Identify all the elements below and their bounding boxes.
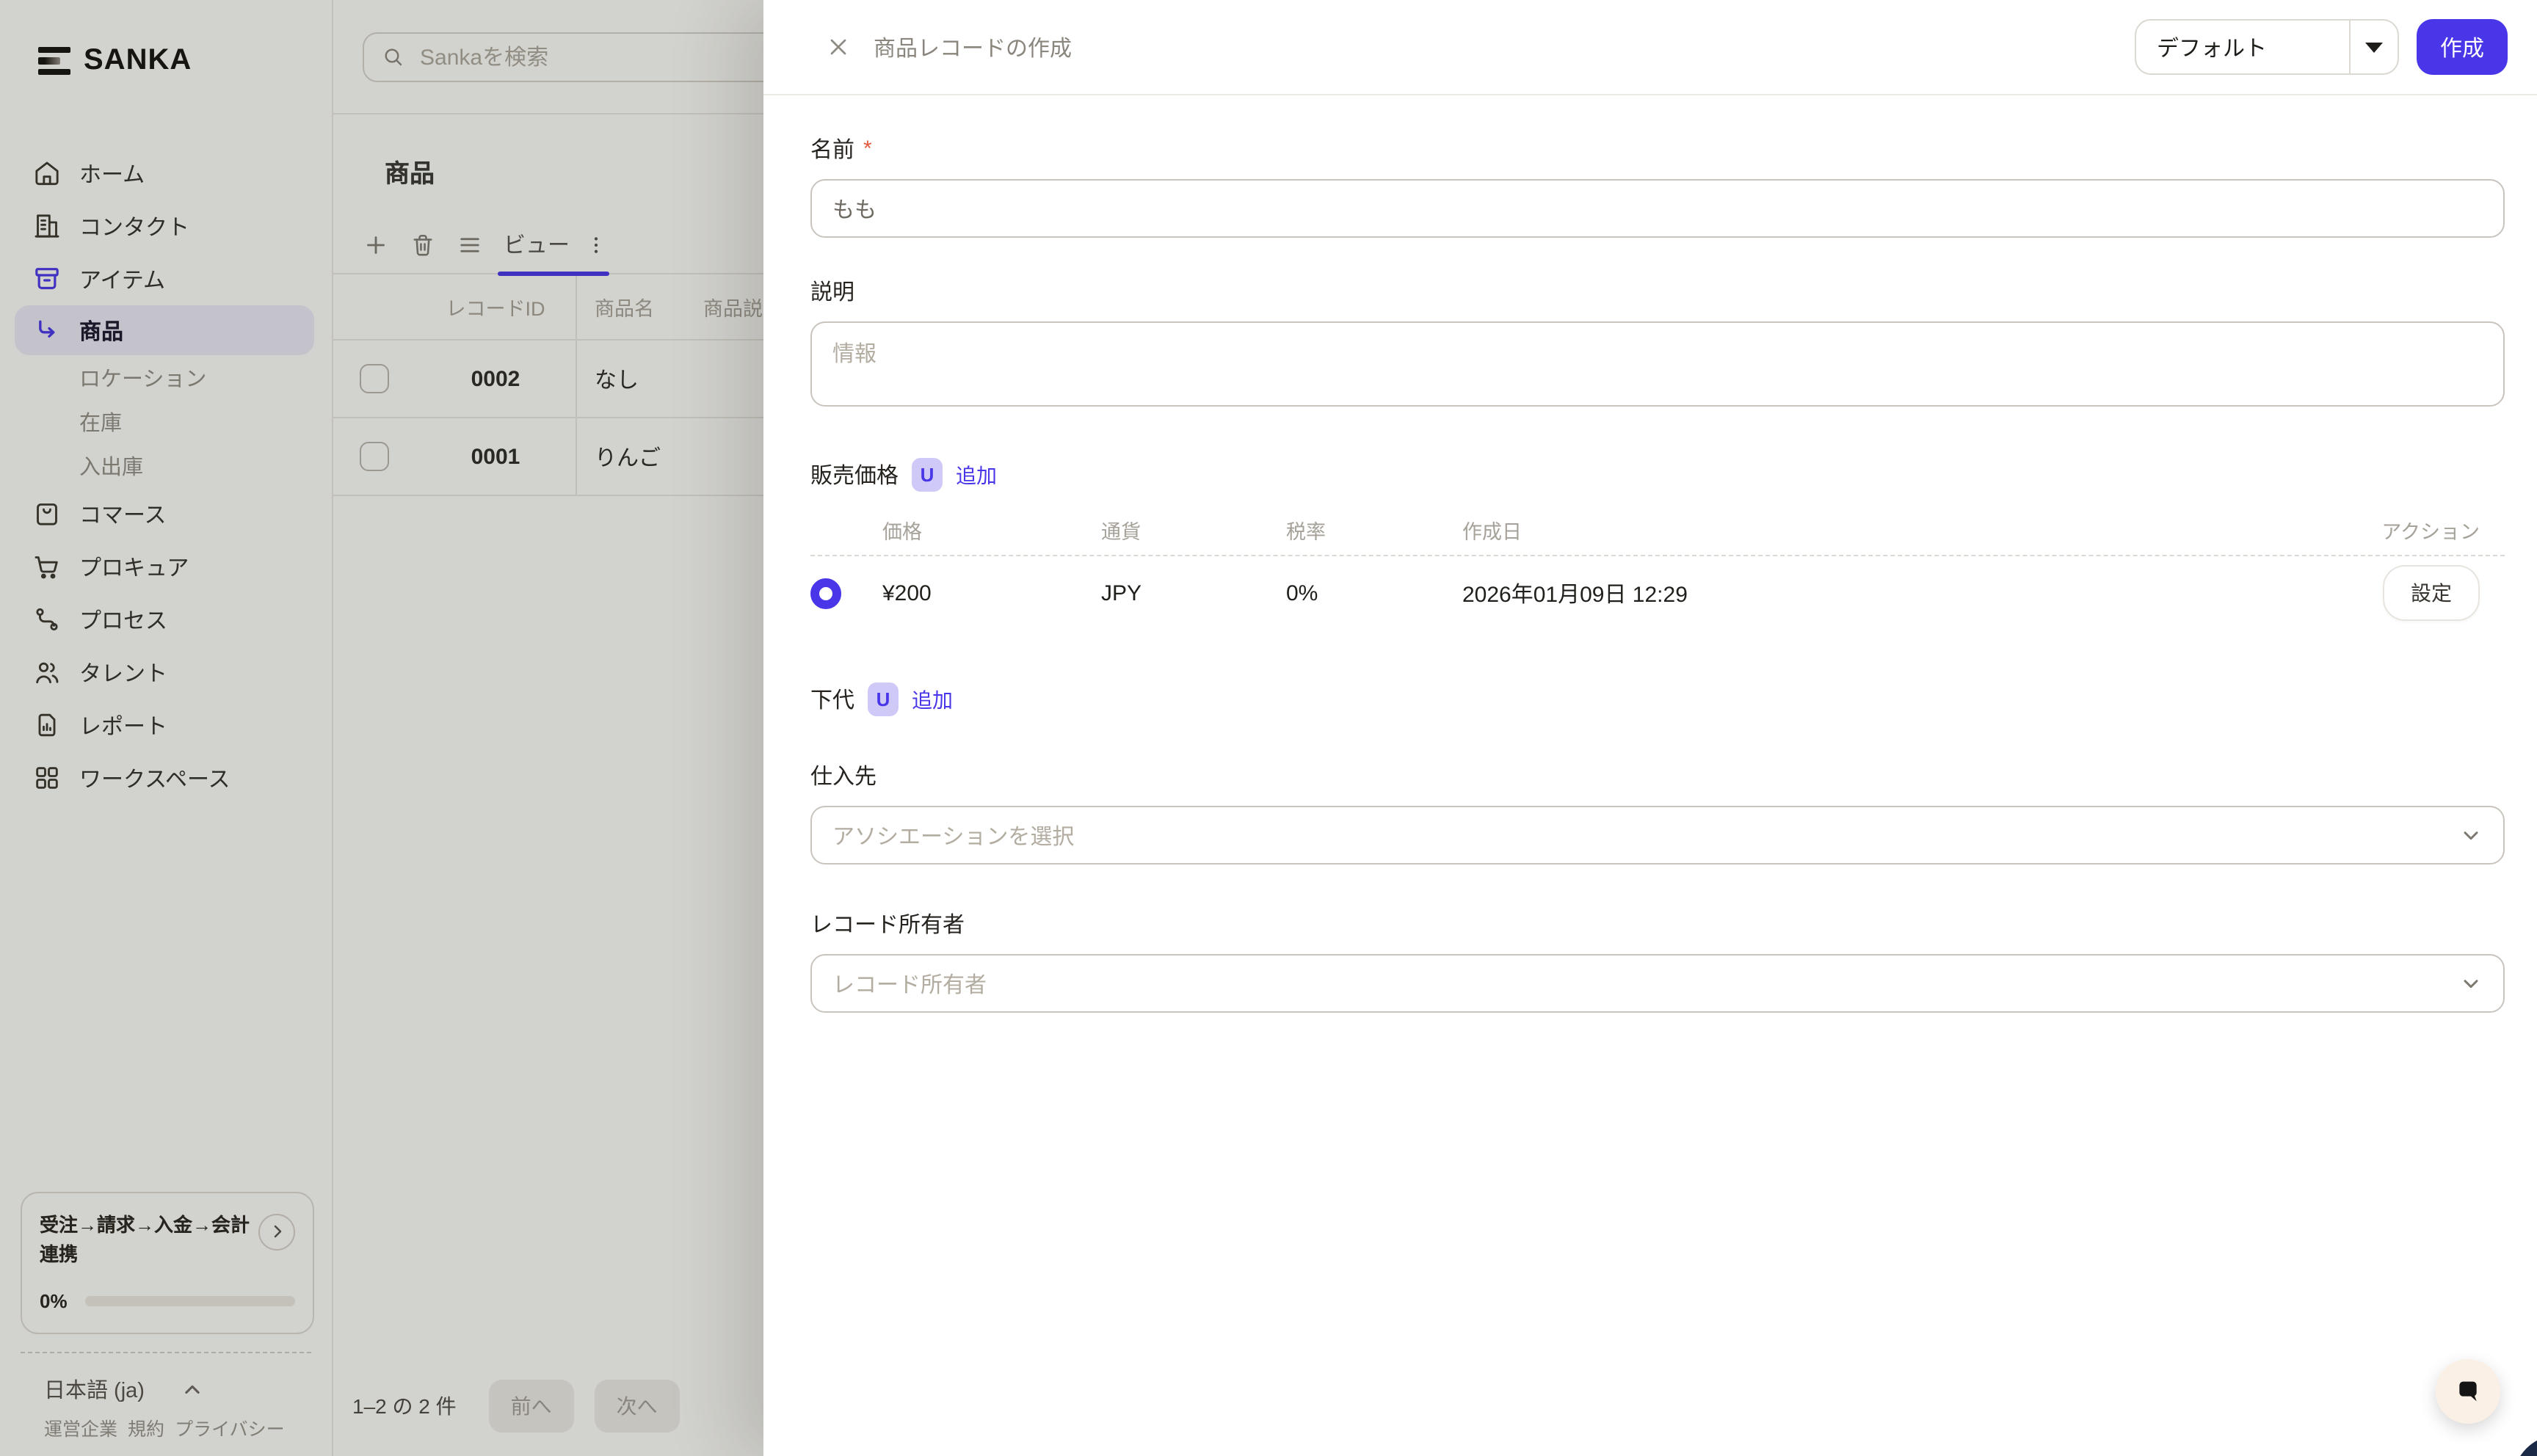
supplier-select-placeholder: アソシエーションを選択 [832, 820, 2459, 851]
description-textarea[interactable] [810, 321, 2505, 407]
cost-section: 下代 U 追加 [810, 682, 2505, 716]
currency-value: JPY [1089, 580, 1274, 605]
created-value: 2026年01月09日 12:29 [1451, 578, 2383, 608]
template-select-value: デフォルト [2136, 21, 2351, 73]
tax-col: 税率 [1274, 514, 1451, 544]
create-button[interactable]: 作成 [2417, 19, 2508, 75]
price-table: 価格 通貨 税率 作成日 アクション ¥200 JPY 0% 2026年01月0… [810, 512, 2505, 630]
supplier-select[interactable]: アソシエーションを選択 [810, 806, 2505, 864]
created-col: 作成日 [1451, 514, 2381, 544]
add-price-link[interactable]: 追加 [956, 460, 997, 489]
close-icon[interactable] [825, 34, 852, 60]
template-select[interactable]: デフォルト [2135, 19, 2399, 75]
currency-col: 通貨 [1089, 514, 1274, 544]
add-cost-link[interactable]: 追加 [912, 685, 953, 714]
owner-select[interactable]: レコード所有者 [810, 954, 2505, 1013]
caret-down-icon[interactable] [2351, 21, 2398, 73]
price-radio-selected[interactable] [810, 578, 841, 608]
description-field-label: 説明 [810, 276, 2505, 307]
drawer-title: 商品レコードの作成 [874, 32, 1072, 62]
unit-badge: U [912, 458, 943, 492]
owner-field-label: レコード所有者 [810, 909, 2505, 939]
price-col: 価格 [869, 514, 1089, 544]
name-input[interactable] [810, 179, 2505, 238]
chevron-down-icon [2459, 972, 2483, 995]
app-root: SANKA ホーム コンタクト アイテム 商品 ロケーション 在庫 入出庫 [0, 0, 2537, 1456]
name-field-label: 名前 * [810, 134, 2505, 164]
price-table-header: 価格 通貨 税率 作成日 アクション [810, 512, 2505, 556]
unit-badge: U [868, 682, 899, 716]
tax-value: 0% [1274, 580, 1451, 605]
required-asterisk: * [863, 136, 872, 161]
price-row: ¥200 JPY 0% 2026年01月09日 12:29 設定 [810, 556, 2505, 630]
action-col: アクション [2381, 514, 2505, 544]
drawer-body: 名前 * 説明 販売価格 U 追加 価格 通貨 税率 作成日 アクシ [763, 95, 2537, 1013]
chevron-down-icon [2459, 823, 2483, 847]
drawer-header: 商品レコードの作成 デフォルト 作成 [763, 0, 2537, 95]
sales-price-section: 販売価格 U 追加 [810, 458, 2505, 492]
chat-bubble-icon [2453, 1377, 2483, 1406]
supplier-field-label: 仕入先 [810, 760, 2505, 791]
create-product-drawer: 商品レコードの作成 デフォルト 作成 名前 * 説明 販売価格 U 追加 [763, 0, 2537, 1456]
price-settings-button[interactable]: 設定 [2383, 565, 2480, 621]
chat-launcher-button[interactable] [2436, 1359, 2500, 1424]
sales-price-label: 販売価格 [810, 459, 899, 490]
owner-select-placeholder: レコード所有者 [832, 968, 2459, 999]
cost-label: 下代 [810, 684, 854, 715]
price-value: ¥200 [869, 580, 1089, 605]
